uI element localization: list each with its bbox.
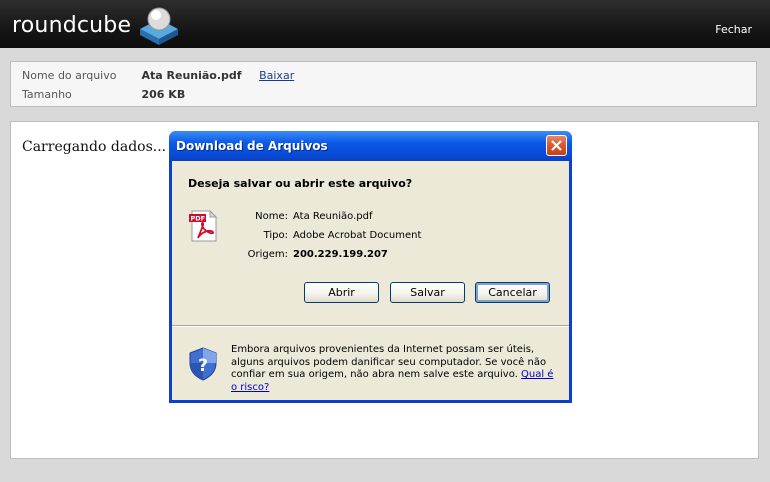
file-info-panel: Nome do arquivo Ata Reunião.pdf Baixar T… (10, 61, 757, 107)
warning-text: Embora arquivos provenientes da Internet… (231, 344, 561, 394)
save-button[interactable]: Salvar (390, 282, 465, 303)
dialog-title: Download de Arquivos (176, 139, 328, 153)
dialog-titlebar[interactable]: Download de Arquivos (169, 131, 572, 161)
name-label: Nome: (255, 211, 288, 222)
cancel-button[interactable]: Cancelar (475, 282, 550, 303)
logo-text: roundcube (12, 13, 132, 38)
download-dialog: Download de Arquivos Deseja salvar ou ab… (169, 131, 572, 403)
origin-label: Origem: (247, 249, 288, 260)
dialog-question: Deseja salvar ou abrir este arquivo? (188, 177, 413, 190)
loading-text: Carregando dados... (22, 139, 167, 155)
download-link[interactable]: Baixar (259, 69, 294, 82)
type-value: Adobe Acrobat Document (293, 230, 422, 241)
dialog-close-button[interactable] (546, 135, 567, 156)
file-name-value: Ata Reunião.pdf (141, 69, 242, 82)
svg-text:?: ? (198, 356, 208, 376)
file-name-row: Nome do arquivo Ata Reunião.pdf Baixar (22, 69, 294, 82)
open-button[interactable]: Abrir (304, 282, 379, 303)
roundcube-logo-icon (140, 7, 178, 45)
type-label: Tipo: (263, 230, 288, 241)
shield-question-icon: ? (189, 347, 217, 381)
pdf-icon: PDF (189, 210, 218, 242)
svg-text:PDF: PDF (191, 215, 206, 223)
file-name-label: Nome do arquivo (22, 69, 117, 82)
dialog-separator (172, 325, 569, 327)
origin-value: 200.229.199.207 (293, 249, 388, 260)
app-header: roundcube Fechar (0, 0, 770, 48)
warning-message: Embora arquivos provenientes da Internet… (231, 344, 547, 380)
name-value: Ata Reunião.pdf (293, 211, 373, 222)
close-icon (551, 140, 562, 151)
dialog-body: Deseja salvar ou abrir este arquivo? PDF… (172, 161, 569, 400)
file-size-value: 206 KB (141, 88, 186, 101)
file-size-label: Tamanho (22, 88, 72, 101)
close-button[interactable]: Fechar (715, 23, 752, 36)
file-size-row: Tamanho 206 KB (22, 88, 185, 101)
